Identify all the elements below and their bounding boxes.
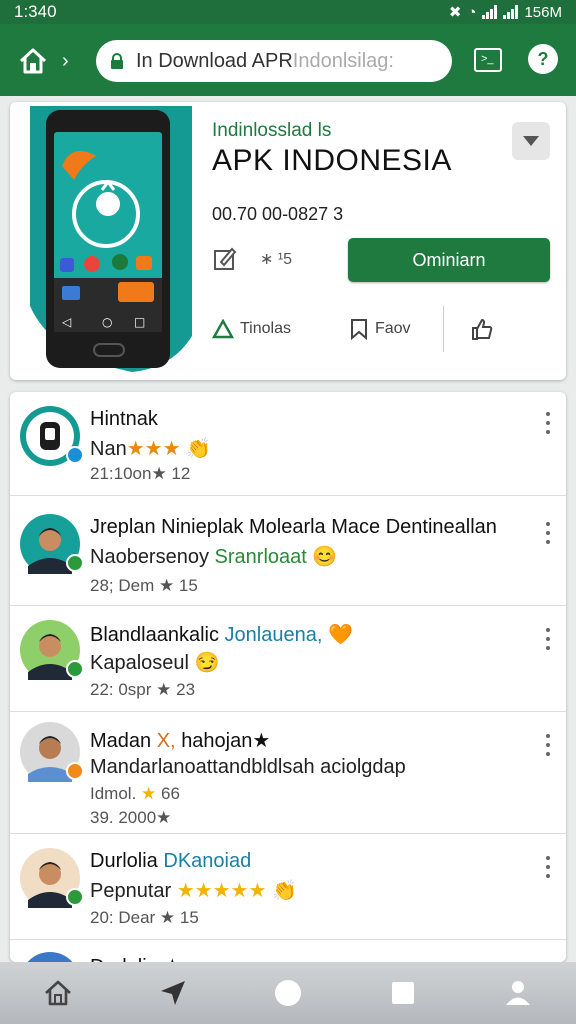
list-item[interactable]: Blandlaankalic Jonlauena, 🧡 Kapaloseul 😏… [10, 606, 566, 712]
item-meta: 20: Dear ★ 15 [90, 908, 199, 927]
home-icon [44, 980, 71, 1006]
item-title: Jreplan Ninieplak Molearla Mace Dentinea… [90, 516, 497, 538]
list-item[interactable]: Jreplan Ninieplak Molearla Mace Dentinea… [10, 496, 566, 606]
item-meta-2: 39. 2000★ [90, 808, 172, 827]
circle-icon [274, 980, 301, 1006]
chevron-right-icon[interactable]: › [62, 50, 69, 73]
status-bar: 1:340 ✖ ◔ 156M [0, 0, 576, 24]
item-meta: 22: 0spr ★ 23 [90, 680, 196, 699]
review-list: Hintnak Nan★★★ 👏 21:10on★ 12 Jreplan Nin… [10, 392, 566, 962]
bookmark-icon [350, 319, 367, 340]
thumbs-up-icon[interactable] [470, 317, 494, 341]
person-icon [506, 981, 531, 1005]
divider [442, 306, 444, 352]
item-subtitle: Naobersenoy Sranrloaat 😊 [90, 546, 338, 568]
item-meta: Idmol. ★ 66 [90, 784, 180, 803]
help-icon[interactable]: ? [528, 44, 558, 74]
app-size: ∗ ¹5 [260, 251, 293, 268]
item-title: Madan X, hahojan★ [90, 730, 271, 752]
emoji-icon: 😊 [312, 546, 338, 568]
nav-explore-button[interactable] [156, 976, 190, 1010]
signal-icon-2 [503, 5, 519, 19]
signal-icon [482, 5, 498, 19]
item-title: Blandlaankalic Jonlauena, 🧡 [90, 624, 353, 646]
app-meta-row: ∗ ¹5 [212, 246, 292, 272]
url-text: In Download APR [136, 49, 293, 72]
avatar [20, 722, 84, 782]
avatar [20, 952, 80, 962]
square-icon [392, 982, 415, 1004]
app-title: APK INDONESIA [212, 144, 452, 177]
edit-icon [214, 247, 237, 270]
item-title: Durlolia DKanoiad [90, 850, 252, 872]
tabs-icon[interactable]: >_ [474, 48, 502, 72]
more-options-icon[interactable] [540, 522, 556, 544]
nav-profile-button[interactable] [501, 976, 535, 1010]
list-item[interactable]: Durlolia ★ [10, 940, 566, 962]
home-icon[interactable] [18, 46, 48, 76]
item-meta: 21:10on★ 12 [90, 464, 191, 483]
mute-icon: ✖ [448, 4, 462, 21]
favorite-action[interactable]: Faov [349, 318, 411, 340]
wifi-icon: ◔ [467, 3, 477, 21]
more-options-icon[interactable] [540, 412, 556, 434]
list-item[interactable]: Madan X, hahojan★ Mandarlanoattandbldlsa… [10, 712, 566, 834]
svg-text:□: □ [134, 315, 145, 329]
url-text-faded: Indonlsilag: [292, 49, 394, 72]
dropdown-button[interactable] [512, 122, 550, 160]
battery-text: 156M [524, 3, 562, 21]
verified-badge-icon [66, 554, 84, 572]
item-title: Durlolia ★ [90, 954, 181, 962]
item-subtitle: Mandarlanoattandbldlsah aciolgdap [90, 756, 406, 778]
list-item[interactable]: Durlolia DKanoiad Pepnutar ★★★★★ 👏 20: D… [10, 834, 566, 940]
avatar [20, 514, 84, 574]
nav-home-button[interactable] [41, 976, 75, 1010]
nav-circle-button[interactable] [271, 976, 305, 1010]
url-bar[interactable]: In Download APR Indonlsilag: [96, 40, 452, 82]
lock-icon [111, 53, 123, 69]
more-options-icon[interactable] [540, 628, 556, 650]
favorite-label: Faov [374, 320, 411, 337]
item-title: Hintnak [90, 408, 158, 430]
install-button[interactable]: Ominiarn [348, 238, 550, 282]
share-label: Tinolas [240, 320, 291, 337]
badge-icon [66, 762, 84, 780]
rating-stars: ★★★★★ [176, 880, 267, 902]
heart-icon: 🧡 [327, 624, 353, 646]
app-card: ◁ ○ □ Indinlosslad ls APK INDONESIA 00.7… [10, 102, 566, 380]
svg-text:◁: ◁ [61, 315, 71, 329]
emoji-icon: 😏 [194, 652, 220, 674]
bottom-navigation [0, 962, 576, 1024]
list-item[interactable]: Hintnak Nan★★★ 👏 21:10on★ 12 [10, 392, 566, 496]
triangle-icon [212, 319, 234, 339]
app-hero-image: ◁ ○ □ [30, 106, 192, 372]
more-options-icon[interactable] [540, 856, 556, 878]
item-subtitle: Nan★★★ 👏 [90, 438, 211, 460]
app-publisher[interactable]: Indinlosslad ls [212, 120, 331, 142]
browser-toolbar: › In Download APR Indonlsilag: >_ ? [0, 24, 576, 96]
emoji-icon: 👏 [271, 880, 297, 902]
share-action[interactable]: Tinolas [212, 319, 291, 339]
status-time: 1:340 [14, 2, 57, 21]
emoji-icon: 👏 [186, 438, 211, 460]
rating-stars: ★★★ [126, 438, 181, 460]
more-options-icon[interactable] [540, 734, 556, 756]
navigation-arrow-icon [160, 981, 185, 1005]
nav-square-button[interactable] [386, 976, 420, 1010]
app-actions: Tinolas Faov [212, 306, 494, 352]
avatar [20, 620, 84, 680]
app-icon-avatar [20, 406, 84, 466]
avatar [20, 848, 84, 908]
verified-badge-icon [66, 660, 84, 678]
item-subtitle: Pepnutar ★★★★★ 👏 [90, 880, 297, 902]
verified-badge-icon [66, 446, 84, 464]
verified-badge-icon [66, 888, 84, 906]
svg-text:○: ○ [102, 315, 112, 329]
item-meta: 28; Dem ★ 15 [90, 576, 198, 595]
app-version: 00.70 00-0827 3 [212, 204, 344, 224]
item-subtitle: Kapaloseul 😏 [90, 652, 220, 674]
